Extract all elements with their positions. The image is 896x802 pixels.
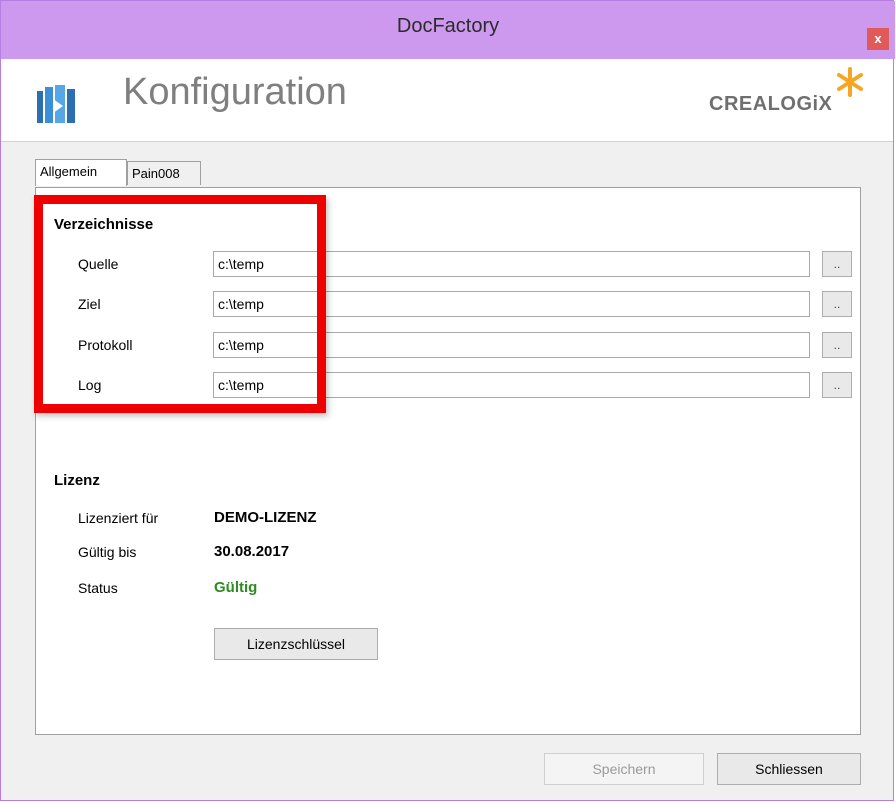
star-icon (837, 67, 863, 97)
title-bar[interactable]: DocFactory x (1, 1, 895, 59)
tab-panel-allgemein: Verzeichnisse Quelle c:\temp .. Ziel c:\… (35, 187, 861, 735)
browse-ziel-button[interactable]: .. (822, 291, 852, 317)
tab-pain008[interactable]: Pain008 (127, 161, 201, 185)
quelle-path-input[interactable]: c:\temp (213, 251, 810, 277)
label-protokoll: Protokoll (78, 337, 133, 353)
valid-until-value: 30.08.2017 (214, 543, 290, 560)
tab-allgemein[interactable]: Allgemein (35, 159, 127, 186)
label-lizenziert-fuer: Lizenziert für (78, 510, 159, 526)
docfactory-app-icon (37, 85, 75, 123)
ziel-path-input[interactable]: c:\temp (213, 291, 810, 317)
log-path-input[interactable]: c:\temp (213, 372, 810, 398)
close-button[interactable]: Schliessen (717, 753, 861, 785)
label-quelle: Quelle (78, 256, 119, 272)
label-log: Log (78, 377, 102, 393)
page-title: Konfiguration (123, 71, 347, 113)
label-gueltig-bis: Gültig bis (78, 544, 137, 560)
license-key-button[interactable]: Lizenzschlüssel (214, 628, 378, 660)
section-title-lizenz: Lizenz (54, 472, 100, 489)
crealogix-logo: CREALOGiX (709, 67, 863, 127)
header: Konfiguration CREALOGiX (1, 59, 893, 142)
window-title: DocFactory (396, 15, 500, 37)
browse-protokoll-button[interactable]: .. (822, 332, 852, 358)
licensed-for-value: DEMO-LIZENZ (214, 509, 317, 526)
save-button[interactable]: Speichern (544, 753, 704, 785)
close-window-button[interactable]: x (867, 28, 889, 50)
section-title-verzeichnisse: Verzeichnisse (54, 216, 154, 233)
docfactory-window: DocFactory x Konfiguration CREALOGiX All… (0, 0, 895, 801)
license-status-badge: Gültig (214, 579, 258, 596)
browse-quelle-button[interactable]: .. (822, 251, 852, 277)
logo-text: CREALOGiX (709, 93, 833, 115)
label-status: Status (78, 580, 118, 596)
protokoll-path-input[interactable]: c:\temp (213, 332, 810, 358)
label-ziel: Ziel (78, 296, 101, 312)
browse-log-button[interactable]: .. (822, 372, 852, 398)
